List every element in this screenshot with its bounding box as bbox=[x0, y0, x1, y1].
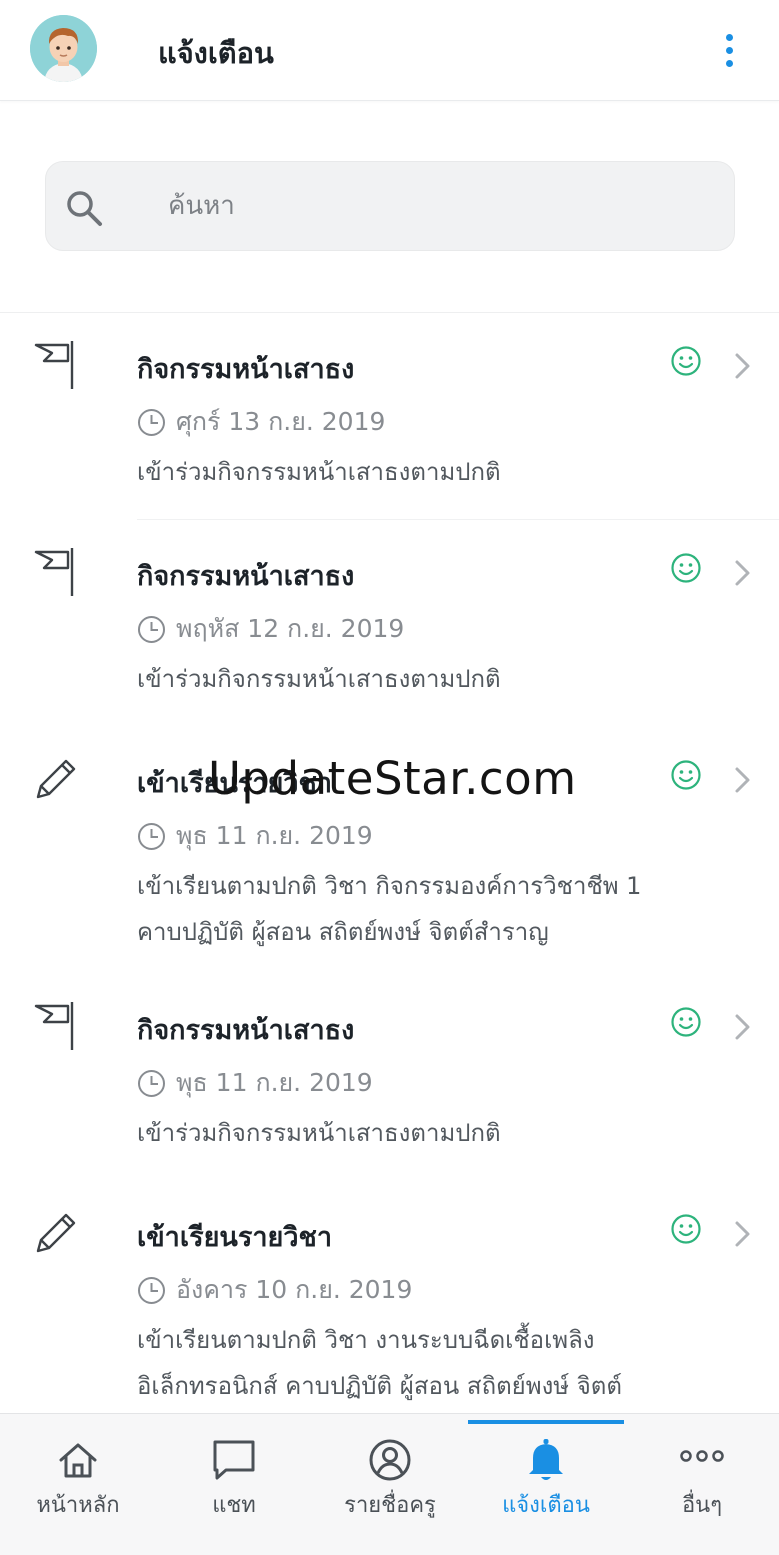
smile-icon bbox=[671, 553, 701, 583]
notification-item[interactable]: กิจกรรมหน้าเสาธง พฤหัส 12 ก.ย. 2019 เข้า… bbox=[0, 520, 779, 727]
notification-title: กิจกรรมหน้าเสาธง bbox=[137, 561, 355, 592]
tab-label: รายชื่อครู bbox=[344, 1493, 436, 1518]
watermark: UpdateStar.com bbox=[208, 752, 577, 805]
chat-icon bbox=[213, 1440, 255, 1480]
notification-item[interactable]: กิจกรรมหน้าเสาธง พุธ 11 ก.ย. 2019 เข้าร่… bbox=[0, 974, 779, 1181]
notification-description-line: เข้าเรียนตามปกติ วิชา งานระบบฉีดเชื้อเพล… bbox=[137, 1326, 595, 1354]
notification-description: เข้าร่วมกิจกรรมหน้าเสาธงตามปกติ bbox=[137, 1119, 501, 1147]
tab-home[interactable]: หน้าหลัก bbox=[0, 1414, 156, 1555]
notification-list: กิจกรรมหน้าเสาธง ศุกร์ 13 ก.ย. 2019 เข้า… bbox=[0, 312, 779, 1421]
notification-date: ศุกร์ 13 ก.ย. 2019 bbox=[176, 407, 386, 436]
notification-date-row: พุธ 11 ก.ย. 2019 bbox=[137, 1063, 373, 1103]
notification-description: เข้าเรียนตามปกติ วิชา งานระบบฉีดเชื้อเพล… bbox=[137, 1317, 737, 1409]
notification-title: เข้าเรียนรายวิชา bbox=[137, 1222, 332, 1253]
tab-label: อื่นๆ bbox=[681, 1493, 723, 1518]
smile-icon bbox=[671, 346, 701, 376]
user-circle-icon bbox=[369, 1439, 411, 1481]
notification-item[interactable]: เข้าเรียนรายวิชา อังคาร 10 ก.ย. 2019 เข้… bbox=[0, 1181, 779, 1421]
page-title: แจ้งเตือน bbox=[158, 36, 274, 70]
notification-description-line: อิเล็กทรอนิกส์ คาบปฏิบัติ ผู้สอน สถิตย์พ… bbox=[137, 1372, 622, 1400]
notification-date: พุธ 11 ก.ย. 2019 bbox=[176, 821, 373, 850]
clock-icon bbox=[138, 1276, 165, 1304]
notification-description: เข้าเรียนตามปกติ วิชา กิจกรรมองค์การวิชา… bbox=[137, 863, 737, 955]
notification-description-line: เข้าเรียนตามปกติ วิชา กิจกรรมองค์การวิชา… bbox=[137, 872, 642, 900]
tab-label: แชท bbox=[212, 1493, 256, 1518]
notification-date: พฤหัส 12 ก.ย. 2019 bbox=[176, 614, 405, 643]
notification-date-row: ศุกร์ 13 ก.ย. 2019 bbox=[137, 402, 385, 442]
clock-icon bbox=[138, 615, 165, 643]
notification-date-row: พฤหัส 12 ก.ย. 2019 bbox=[137, 609, 404, 649]
notification-description-line: คาบปฏิบัติ ผู้สอน สถิตย์พงษ์ จิตต์สำราญ bbox=[137, 918, 549, 946]
pencil-icon bbox=[36, 759, 76, 799]
notification-date: อังคาร 10 ก.ย. 2019 bbox=[176, 1275, 413, 1304]
tab-teachers[interactable]: รายชื่อครู bbox=[312, 1414, 468, 1555]
clock-icon bbox=[138, 822, 165, 850]
bell-icon bbox=[529, 1439, 563, 1480]
smile-icon bbox=[671, 1007, 701, 1037]
search-bar[interactable] bbox=[45, 161, 735, 251]
search-input[interactable] bbox=[168, 184, 708, 228]
chevron-right-icon[interactable] bbox=[730, 558, 754, 588]
home-icon bbox=[59, 1443, 97, 1478]
notification-date-row: อังคาร 10 ก.ย. 2019 bbox=[137, 1270, 412, 1310]
tab-label: หน้าหลัก bbox=[36, 1493, 120, 1518]
tab-label: แจ้งเตือน bbox=[502, 1493, 590, 1518]
bottom-nav: หน้าหลัก แชท รายชื่อครู แจ้งเตือน อื่นๆ bbox=[0, 1413, 779, 1555]
flag-icon bbox=[34, 1002, 74, 1050]
clock-icon bbox=[138, 1069, 165, 1097]
notification-description: เข้าร่วมกิจกรรมหน้าเสาธงตามปกติ bbox=[137, 458, 501, 486]
user-avatar[interactable] bbox=[30, 15, 97, 82]
smile-icon bbox=[671, 1214, 701, 1244]
clock-icon bbox=[138, 408, 165, 436]
smile-icon bbox=[671, 760, 701, 790]
chevron-right-icon[interactable] bbox=[730, 1012, 754, 1042]
notification-date-row: พุธ 11 ก.ย. 2019 bbox=[137, 816, 373, 856]
notification-description: เข้าร่วมกิจกรรมหน้าเสาธงตามปกติ bbox=[137, 665, 501, 693]
more-horizontal-icon bbox=[680, 1450, 724, 1462]
notification-date: พุธ 11 ก.ย. 2019 bbox=[176, 1068, 373, 1097]
notification-title: กิจกรรมหน้าเสาธง bbox=[137, 354, 355, 385]
tab-chat[interactable]: แชท bbox=[156, 1414, 312, 1555]
avatar-image bbox=[30, 15, 97, 82]
tab-more[interactable]: อื่นๆ bbox=[624, 1414, 779, 1555]
app-header: แจ้งเตือน bbox=[0, 0, 779, 101]
more-vertical-icon[interactable] bbox=[714, 28, 744, 72]
tab-notifications[interactable]: แจ้งเตือน bbox=[468, 1414, 624, 1555]
search-icon bbox=[67, 191, 102, 226]
notification-title: กิจกรรมหน้าเสาธง bbox=[137, 1015, 355, 1046]
chevron-right-icon[interactable] bbox=[730, 1219, 754, 1249]
flag-icon bbox=[34, 548, 74, 596]
chevron-right-icon[interactable] bbox=[730, 765, 754, 795]
pencil-icon bbox=[36, 1213, 76, 1253]
notification-item[interactable]: กิจกรรมหน้าเสาธง ศุกร์ 13 ก.ย. 2019 เข้า… bbox=[0, 313, 779, 520]
chevron-right-icon[interactable] bbox=[730, 351, 754, 381]
flag-icon bbox=[34, 341, 74, 389]
